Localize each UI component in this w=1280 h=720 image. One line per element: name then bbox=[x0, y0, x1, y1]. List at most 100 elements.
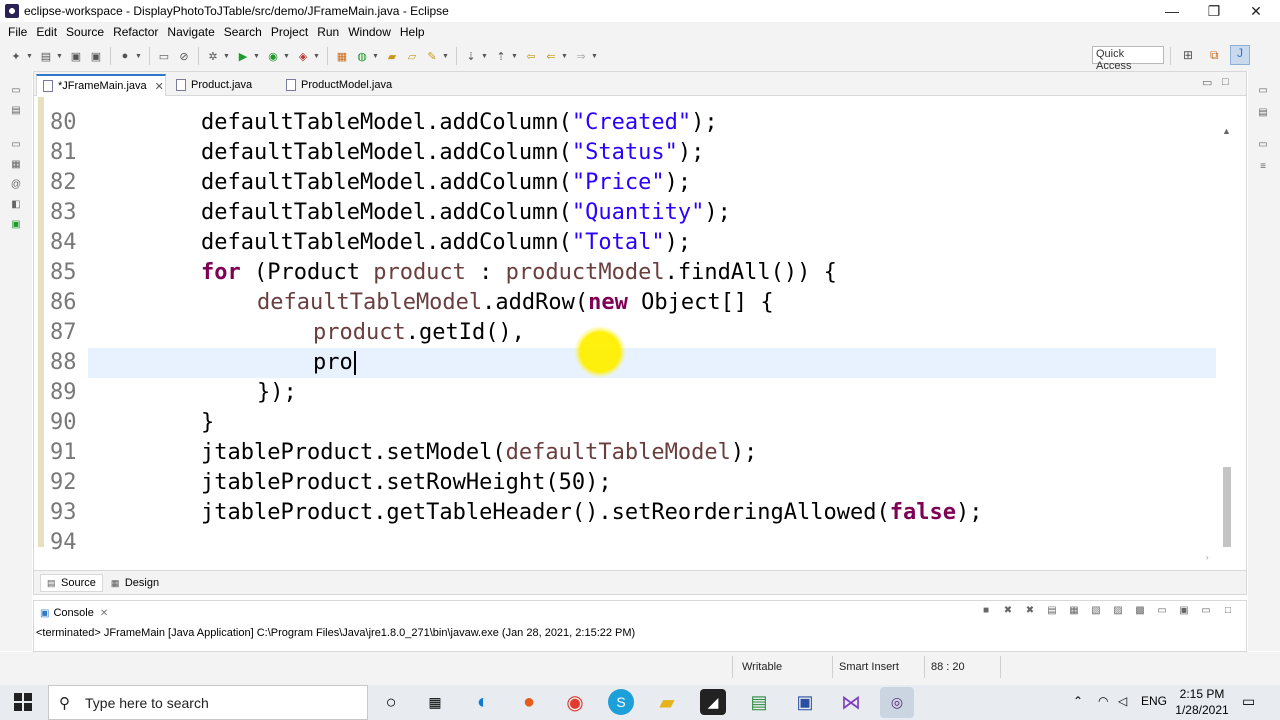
javadoc-icon[interactable]: @ bbox=[9, 179, 23, 193]
open-task-icon[interactable]: ▱ bbox=[404, 48, 420, 64]
remove-all-icon[interactable]: ✖ bbox=[1022, 605, 1038, 619]
word-wrap-icon[interactable]: ▧ bbox=[1088, 605, 1104, 619]
taskbar-search-input[interactable]: ⚲ Type here to search bbox=[48, 685, 368, 720]
tab-source[interactable]: ▤ Source bbox=[40, 573, 103, 592]
save-all-icon[interactable]: ▣ bbox=[88, 48, 104, 64]
java-perspective-icon[interactable]: J bbox=[1230, 45, 1250, 65]
back-dropdown-icon[interactable]: ▼ bbox=[561, 53, 568, 60]
outline-icon[interactable]: ▦ bbox=[9, 159, 23, 173]
maximize-view-icon[interactable]: □ bbox=[1220, 605, 1236, 619]
remove-launch-icon[interactable]: ✖ bbox=[1000, 605, 1016, 619]
chevron-up-icon[interactable]: ⌃ bbox=[1073, 694, 1083, 708]
new-package-icon[interactable]: ▦ bbox=[334, 48, 350, 64]
external-dropdown-icon[interactable]: ▼ bbox=[313, 53, 320, 60]
close-button[interactable]: ✕ bbox=[1236, 0, 1276, 22]
terminal-icon[interactable]: ▭ bbox=[156, 48, 172, 64]
open-perspective-icon[interactable]: ⊞ bbox=[1183, 48, 1193, 62]
store-icon[interactable]: ◢ bbox=[700, 689, 726, 715]
declaration-icon[interactable]: ◧ bbox=[9, 199, 23, 213]
menu-project[interactable]: Project bbox=[267, 25, 312, 39]
copy-icon[interactable]: ▤ bbox=[1044, 605, 1060, 619]
visual-studio-icon[interactable]: ⋈ bbox=[838, 689, 864, 715]
new-dropdown-icon[interactable]: ▼ bbox=[26, 53, 33, 60]
task-list-icon[interactable]: ▤ bbox=[1256, 107, 1270, 121]
annotation-dropdown-icon[interactable]: ▼ bbox=[442, 53, 449, 60]
package-explorer-icon[interactable]: ▤ bbox=[9, 105, 23, 119]
debug-run-dropdown-icon[interactable]: ▼ bbox=[223, 53, 230, 60]
back-icon[interactable]: ⇐ bbox=[543, 48, 559, 64]
cortana-icon[interactable]: ○ bbox=[378, 689, 404, 715]
windows-start-icon[interactable] bbox=[14, 693, 32, 711]
minimize-editor-icon[interactable]: ▭ bbox=[1202, 76, 1212, 89]
servers-icon[interactable]: ▣ bbox=[9, 219, 23, 233]
terminate-icon[interactable]: ■ bbox=[978, 605, 994, 619]
task-view-icon[interactable]: ▦ bbox=[422, 689, 448, 715]
chrome-icon[interactable]: ◉ bbox=[562, 689, 588, 715]
forward-icon[interactable]: ⇒ bbox=[573, 48, 589, 64]
save-app-icon[interactable]: ▣ bbox=[792, 689, 818, 715]
debug-run-icon[interactable]: ✲ bbox=[205, 48, 221, 64]
tab-productmodel[interactable]: ProductModel.java bbox=[280, 74, 410, 96]
scroll-up-icon[interactable]: ▲ bbox=[1222, 126, 1231, 136]
java-ee-perspective-icon[interactable]: ⧉ bbox=[1210, 48, 1219, 63]
maximize-button[interactable]: ❐ bbox=[1194, 0, 1234, 22]
coverage-dropdown-icon[interactable]: ▼ bbox=[283, 53, 290, 60]
volume-icon[interactable]: ◁ bbox=[1118, 694, 1127, 708]
tab-design[interactable]: ▦ Design bbox=[105, 575, 165, 591]
skype-icon[interactable]: S bbox=[608, 689, 634, 715]
code-editor[interactable]: 80 81 82 83 84 85 86 87 88 89 90 91 92 9… bbox=[34, 97, 1246, 553]
notifications-icon[interactable]: ▭ bbox=[1242, 693, 1255, 710]
run-dropdown-icon[interactable]: ▼ bbox=[253, 53, 260, 60]
restore-icon[interactable]: ▭ bbox=[1256, 139, 1270, 153]
menu-file[interactable]: File bbox=[4, 25, 31, 39]
close-tab-icon[interactable]: ✕ bbox=[100, 608, 108, 619]
edge-icon[interactable]: ◐ bbox=[470, 689, 496, 715]
close-tab-icon[interactable]: ✕ bbox=[155, 80, 164, 93]
eclipse-taskbar-icon[interactable]: ◎ bbox=[880, 687, 914, 718]
next-annotation-dropdown-icon[interactable]: ▼ bbox=[481, 53, 488, 60]
language-indicator[interactable]: ENG bbox=[1141, 694, 1167, 708]
scrollbar-thumb[interactable] bbox=[1223, 467, 1231, 547]
debug-dropdown-icon[interactable]: ▼ bbox=[135, 53, 142, 60]
vertical-scrollbar[interactable]: ▲ ▼ bbox=[1220, 122, 1234, 553]
menu-source[interactable]: Source bbox=[62, 25, 108, 39]
prev-annotation-icon[interactable]: ⇡ bbox=[493, 48, 509, 64]
taskbar-clock[interactable]: 2:15 PM 1/28/2021 bbox=[1172, 686, 1232, 718]
coverage-icon[interactable]: ◉ bbox=[265, 48, 281, 64]
open-console-icon[interactable]: ▣ bbox=[1176, 605, 1192, 619]
new-class-dropdown-icon[interactable]: ▼ bbox=[372, 53, 379, 60]
new-icon[interactable]: ✦ bbox=[8, 48, 24, 64]
notepad-icon[interactable]: ▤ bbox=[746, 689, 772, 715]
menu-window[interactable]: Window bbox=[344, 25, 395, 39]
next-annotation-icon[interactable]: ⇣ bbox=[463, 48, 479, 64]
minimize-button[interactable]: — bbox=[1152, 0, 1192, 22]
tab-jframemain[interactable]: *JFrameMain.java ✕ bbox=[36, 74, 166, 96]
debug-icon[interactable]: ● bbox=[117, 48, 133, 64]
menu-refactor[interactable]: Refactor bbox=[109, 25, 162, 39]
firefox-icon[interactable]: ● bbox=[516, 689, 542, 715]
restore-icon[interactable]: ▭ bbox=[9, 85, 23, 99]
skip-breakpoints-icon[interactable]: ⊘ bbox=[176, 48, 192, 64]
prev-annotation-dropdown-icon[interactable]: ▼ bbox=[511, 53, 518, 60]
minimize-view-icon[interactable]: ▭ bbox=[1198, 605, 1214, 619]
restore-icon[interactable]: ▭ bbox=[9, 139, 23, 153]
scroll-right-icon[interactable]: › bbox=[1206, 553, 1209, 562]
external-tools-icon[interactable]: ◈ bbox=[295, 48, 311, 64]
last-edit-icon[interactable]: ⇦ bbox=[523, 48, 539, 64]
tab-product[interactable]: Product.java bbox=[170, 74, 278, 96]
restore-icon[interactable]: ▭ bbox=[1256, 85, 1270, 99]
open-type-icon[interactable]: ▤ bbox=[38, 48, 54, 64]
open-folder-icon[interactable]: ▰ bbox=[384, 48, 400, 64]
display-console-icon[interactable]: ▭ bbox=[1154, 605, 1170, 619]
outline-icon[interactable]: ≡ bbox=[1256, 161, 1270, 175]
tab-console[interactable]: ▣ Console ✕ bbox=[36, 603, 112, 623]
file-explorer-icon[interactable]: ▰ bbox=[654, 689, 680, 715]
annotation-icon[interactable]: ✎ bbox=[424, 48, 440, 64]
horizontal-scrollbar[interactable]: › bbox=[34, 553, 1246, 565]
quick-access-input[interactable]: Quick Access bbox=[1092, 46, 1164, 72]
forward-dropdown-icon[interactable]: ▼ bbox=[591, 53, 598, 60]
menu-search[interactable]: Search bbox=[220, 25, 266, 39]
scroll-lock-icon[interactable]: ▦ bbox=[1066, 605, 1082, 619]
save-icon[interactable]: ▣ bbox=[68, 48, 84, 64]
pin-icon[interactable]: ▨ bbox=[1110, 605, 1126, 619]
